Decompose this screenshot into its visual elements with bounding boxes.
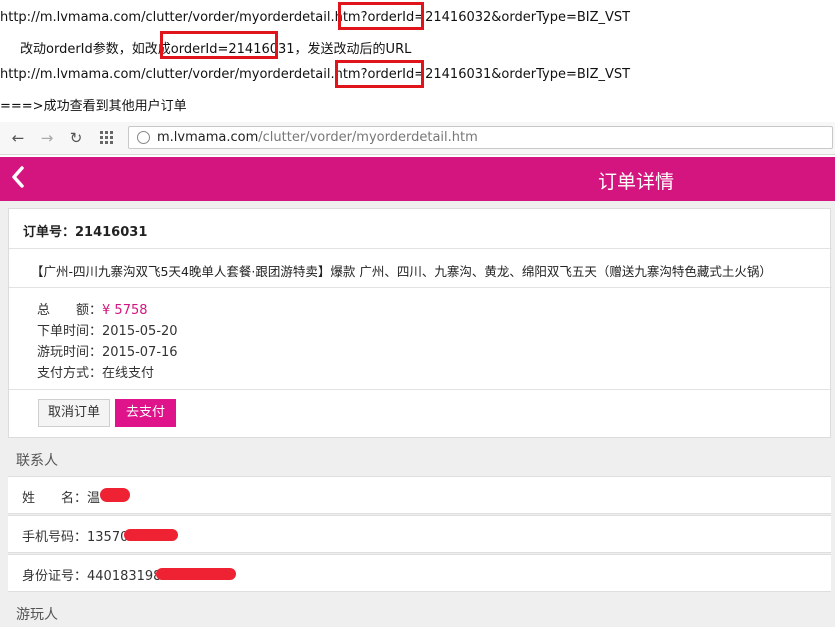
amount-value: ¥ 5758	[102, 303, 148, 318]
order-card: 订单号：21416031 【广州-四川九寨沟双飞5天4晚单人套餐·跟团游特卖】爆…	[8, 208, 832, 438]
order-time: 下单时间：2015-05-20	[37, 324, 178, 339]
original-url-text: http://m.lvmama.com/clutter/vorder/myord…	[0, 10, 631, 25]
contact-id-row: 身份证号：440183198	[8, 554, 831, 592]
order-number: 订单号：21416031	[23, 225, 148, 240]
divider	[9, 248, 832, 249]
reload-icon[interactable]: ↻	[66, 128, 86, 148]
contact-name: 姓 名：温	[22, 491, 101, 506]
browser-toolbar: ← → ↻ m.lvmama.com/clutter/vorder/myorde…	[0, 122, 835, 155]
apps-grid-icon[interactable]	[97, 128, 117, 148]
traveler-section-title: 游玩人	[16, 607, 58, 623]
result-text: ===>成功查看到其他用户订单	[0, 99, 187, 114]
product-title: 【广州-四川九寨沟双飞5天4晚单人套餐·跟团游特卖】爆款 广州、四川、九寨沟、黄…	[31, 264, 772, 279]
divider	[9, 287, 832, 288]
travel-time: 游玩时间：2015-07-16	[37, 345, 178, 360]
order-amount: 总 额：¥ 5758	[37, 299, 148, 318]
app-header: 订单详情	[0, 157, 835, 201]
arrow-left-icon[interactable]: ←	[8, 128, 28, 148]
divider	[9, 389, 832, 390]
redaction-mark	[156, 568, 236, 580]
highlight-box-original-id	[338, 2, 424, 30]
redaction-mark	[100, 488, 130, 502]
pay-button[interactable]: 去支付	[115, 399, 176, 427]
highlight-box-modified-id	[335, 60, 424, 88]
url-path: /clutter/vorder/myorderdetail.htm	[258, 130, 478, 145]
contact-name-row: 姓 名：温	[8, 476, 831, 514]
contact-id-number: 身份证号：440183198	[22, 569, 162, 584]
highlight-box-new-id	[160, 31, 278, 59]
url-host: m.lvmama.com	[157, 130, 259, 145]
address-bar[interactable]: m.lvmama.com/clutter/vorder/myorderdetai…	[128, 126, 833, 149]
amount-label: 总 额：	[37, 303, 103, 318]
modified-url-text: http://m.lvmama.com/clutter/vorder/myord…	[0, 67, 631, 82]
back-chevron-icon[interactable]	[10, 165, 26, 194]
redaction-mark	[124, 529, 178, 541]
contact-phone: 手机号码：13570	[22, 530, 129, 545]
globe-icon	[137, 131, 150, 144]
contact-section-title: 联系人	[16, 453, 58, 469]
page-title: 订单详情	[598, 171, 675, 193]
cancel-order-button[interactable]: 取消订单	[38, 399, 110, 427]
arrow-right-icon[interactable]: →	[37, 128, 57, 148]
payment-method: 支付方式：在线支付	[37, 366, 155, 381]
